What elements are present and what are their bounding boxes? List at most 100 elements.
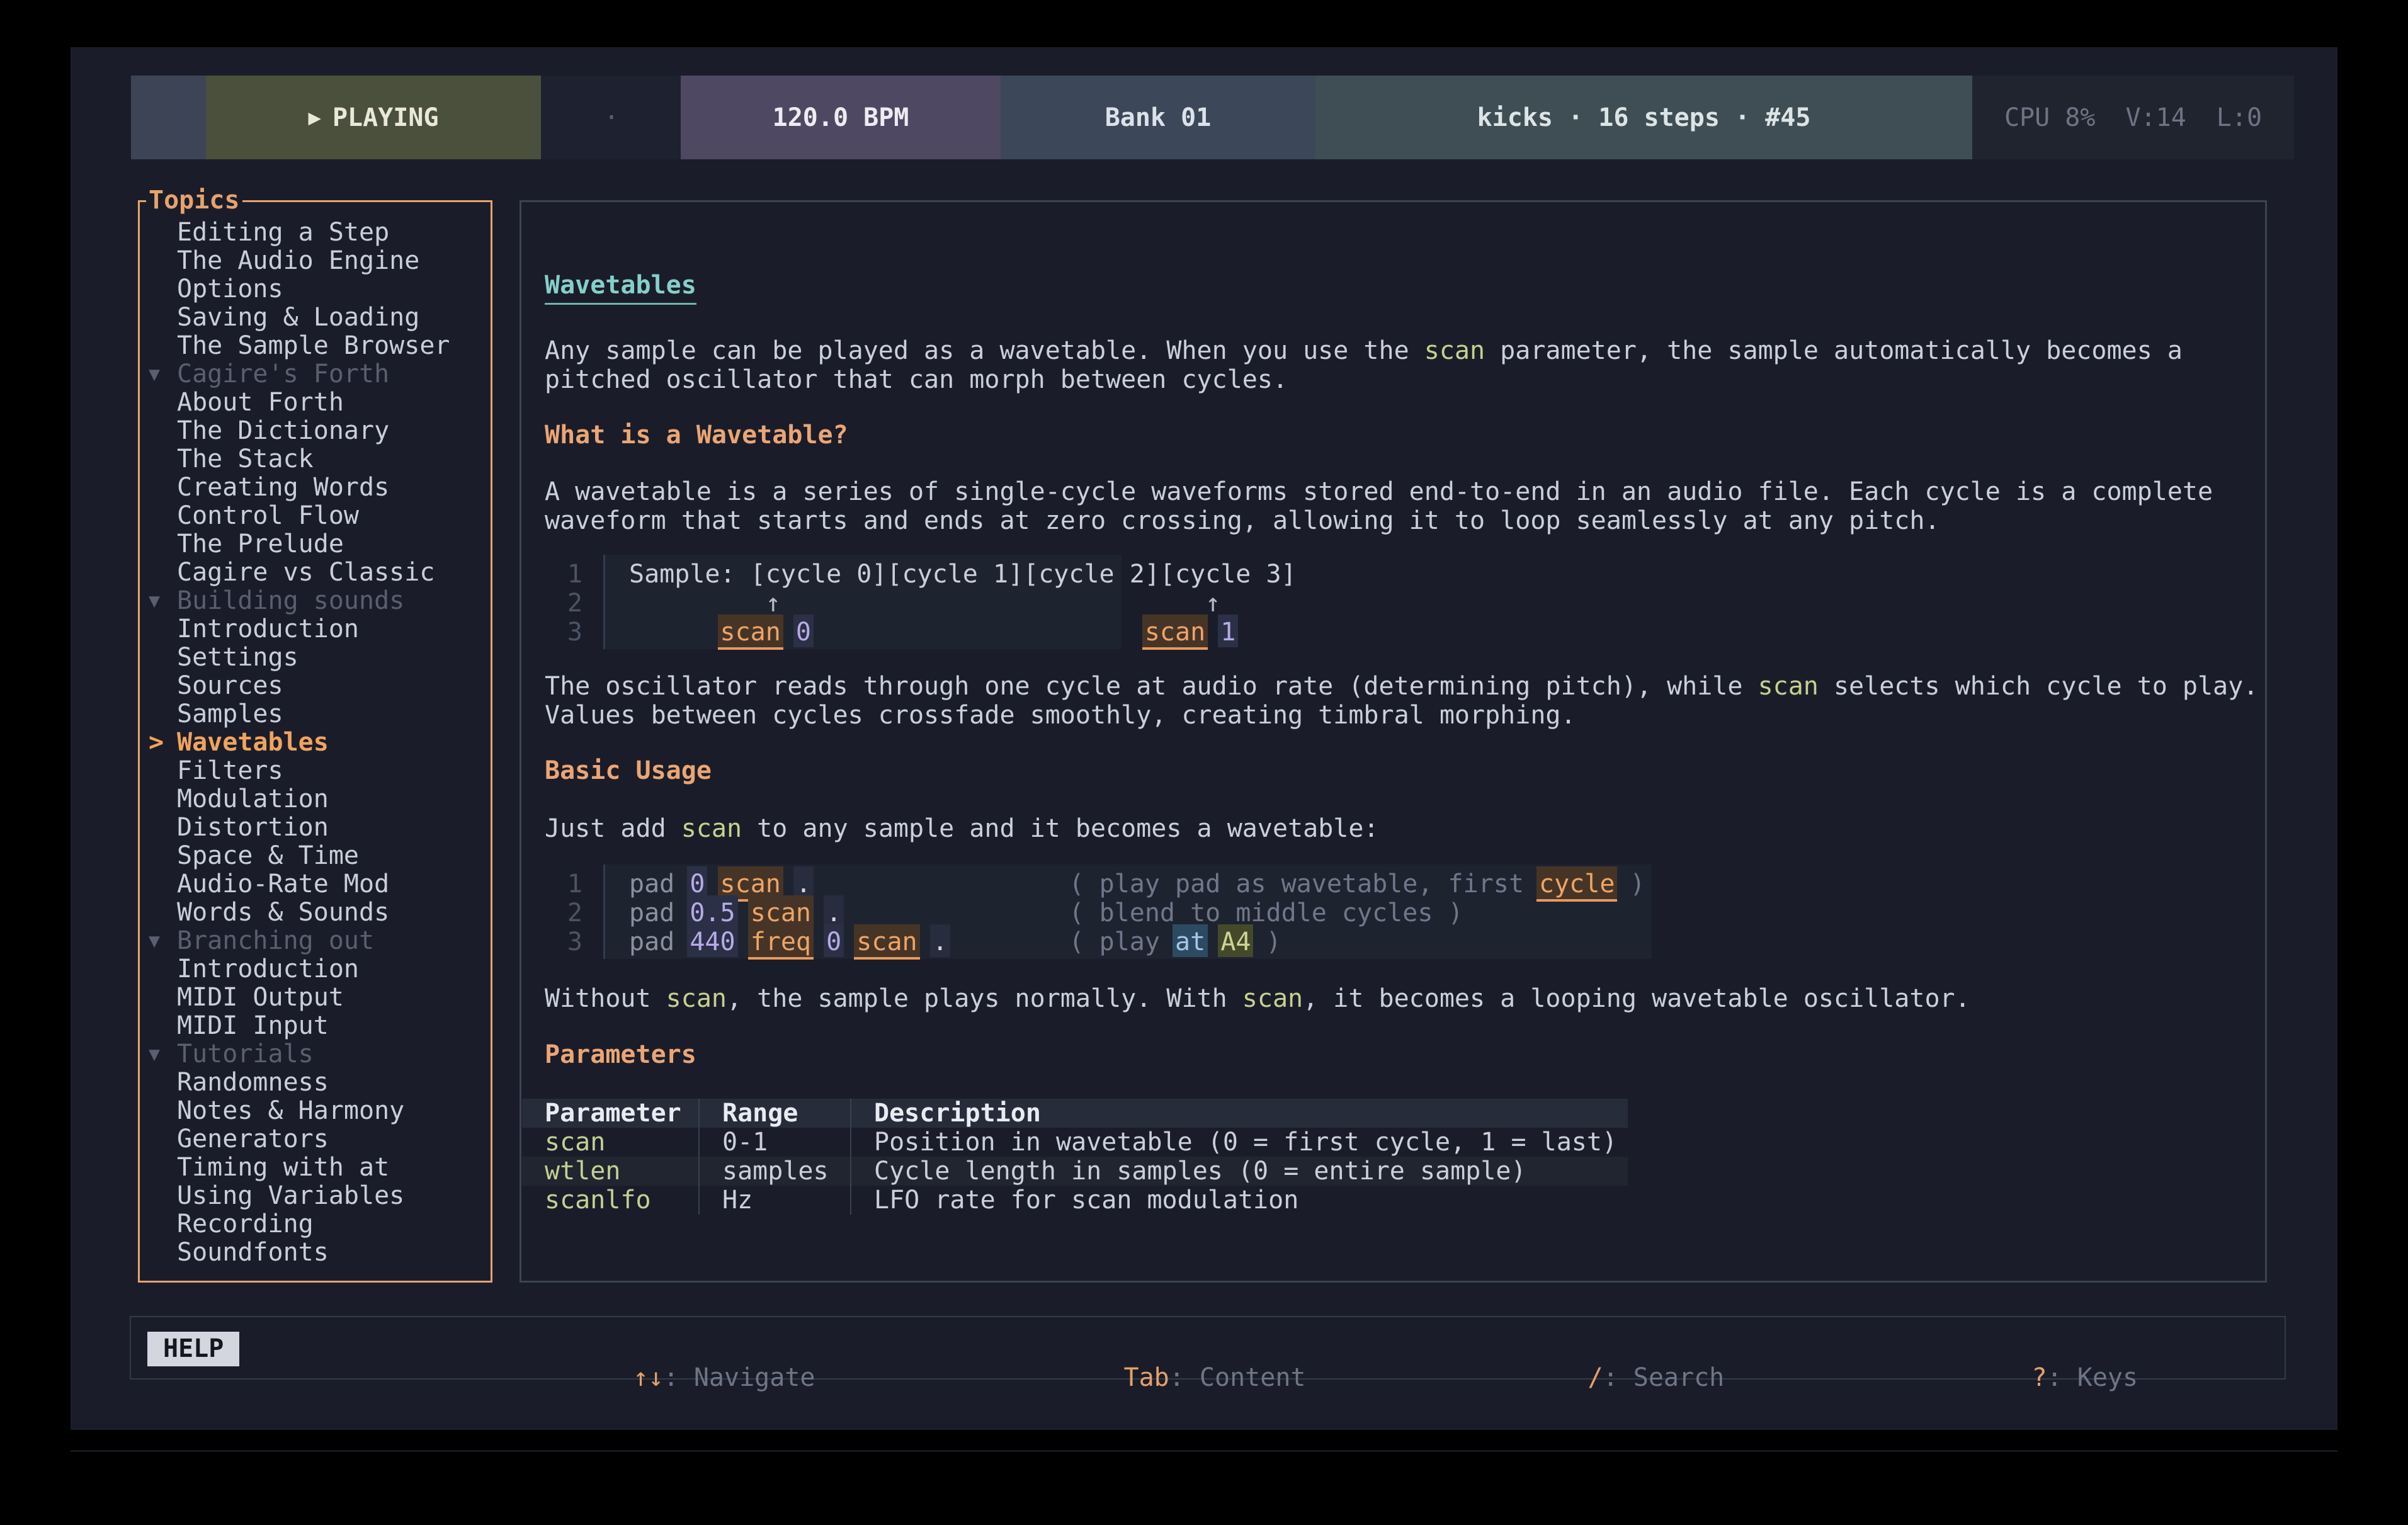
sidebar-item-introduction[interactable]: Introduction [140,615,491,643]
code-line: pad 0.5 scan . ( blend to middle cycles … [629,899,1463,927]
sidebar-item-label: Control Flow [177,501,359,530]
paragraph-line: Any sample can be played as a wavetable.… [545,336,2183,365]
sidebar-item-branching-out[interactable]: ▼Branching out [140,927,491,955]
collapse-triangle-icon: ▼ [149,587,177,615]
sidebar-item-control-flow[interactable]: Control Flow [140,502,491,530]
play-icon: ▶ [308,105,321,130]
sidebar-item-building-sounds[interactable]: ▼Building sounds [140,587,491,615]
sidebar-item-label: Timing with at [177,1153,389,1182]
app-window: ▶ PLAYING · 120.0 BPM Bank 01 kicks · 16… [71,47,2337,1430]
paragraph-line: Without scan, the sample plays normally.… [545,984,1970,1013]
sidebar-item-label: Sources [177,671,283,700]
collapse-triangle-icon: ▼ [149,927,177,955]
sidebar-item-the-sample-browser[interactable]: The Sample Browser [140,332,491,360]
track-info-display[interactable]: kicks · 16 steps · #45 [1315,76,1972,159]
sidebar-item-wavetables[interactable]: >Wavetables [140,728,491,757]
bank-selector[interactable]: Bank 01 [1001,76,1315,159]
collapse-triangle-icon: ▼ [149,1040,177,1069]
sidebar-item-words-sounds[interactable]: Words & Sounds [140,899,491,927]
transport-playing-button[interactable]: ▶ PLAYING [206,76,541,159]
code-block-wavetable-diagram: 1 2 3 Sample: [cycle 0][cycle 1][cycle 2… [521,555,2265,649]
sidebar-item-recording[interactable]: Recording [140,1210,491,1239]
sidebar-item-generators[interactable]: Generators [140,1125,491,1154]
sidebar-item-creating-words[interactable]: Creating Words [140,473,491,502]
sidebar-item-about-forth[interactable]: About Forth [140,388,491,417]
transport-state-label: PLAYING [332,103,439,132]
sidebar-item-cagire-vs-classic[interactable]: Cagire vs Classic [140,558,491,587]
slash-key-label: / [1588,1363,1603,1392]
code-block-basic-usage: 1 2 3 pad 0 scan . ( play pad as wavetab… [521,865,2265,959]
tab-key-label: Tab [1124,1363,1169,1392]
sidebar-item-label: Wavetables [177,728,329,757]
sidebar-item-label: About Forth [177,388,344,417]
column-header: Description [850,1099,1628,1128]
sidebar-item-the-audio-engine[interactable]: The Audio Engine [140,247,491,275]
sidebar-item-introduction[interactable]: Introduction [140,955,491,984]
sidebar-item-label: Saving & Loading [177,303,419,332]
sidebar-item-tutorials[interactable]: ▼Tutorials [140,1040,491,1069]
sidebar-item-settings[interactable]: Settings [140,643,491,672]
sidebar-item-label: The Stack [177,445,314,473]
table-header-row: Parameter Range Description [522,1099,1628,1128]
sidebar-item-options[interactable]: Options [140,275,491,303]
sidebar-item-the-dictionary[interactable]: The Dictionary [140,417,491,445]
voices-stat: V:14 [2125,103,2186,132]
paragraph-line: The oscillator reads through one cycle a… [545,672,2258,701]
sidebar-item-label: Filters [177,756,283,785]
sidebar-item-label: Cagire vs Classic [177,558,434,587]
sidebar-item-modulation[interactable]: Modulation [140,785,491,814]
sidebar-item-notes-harmony[interactable]: Notes & Harmony [140,1097,491,1125]
sidebar-item-cagire-s-forth[interactable]: ▼Cagire's Forth [140,360,491,388]
sidebar-item-editing-a-step[interactable]: Editing a Step [140,218,491,247]
sidebar-item-label: The Audio Engine [177,246,419,275]
sidebar-item-randomness[interactable]: Randomness [140,1069,491,1097]
sidebar-item-label: The Prelude [177,530,344,558]
sidebar-item-label: Creating Words [177,473,389,502]
sidebar-item-label: Tutorials [177,1040,314,1069]
sidebar-item-the-prelude[interactable]: The Prelude [140,530,491,558]
code-line: pad 440 freq 0 scan . ( play at A4 ) [629,927,1281,956]
page-title: Wavetables [545,273,696,305]
param-description: Cycle length in samples (0 = entire samp… [850,1157,1628,1186]
sidebar-item-using-variables[interactable]: Using Variables [140,1182,491,1210]
sidebar-item-space-time[interactable]: Space & Time [140,842,491,870]
topics-panel-title: Topics [146,186,242,215]
sidebar-item-soundfonts[interactable]: Soundfonts [140,1239,491,1267]
transport-left-segment [131,76,206,159]
transport-bar: ▶ PLAYING · 120.0 BPM Bank 01 kicks · 16… [131,76,2294,159]
sidebar-item-the-stack[interactable]: The Stack [140,445,491,473]
topics-list: Editing a StepThe Audio EngineOptionsSav… [140,218,491,1267]
param-range: samples [698,1157,850,1186]
paragraph-line: Just add scan to any sample and it becom… [545,814,1379,843]
collapse-triangle-icon: ▼ [149,360,177,388]
sidebar-item-label: Building sounds [177,586,404,615]
sidebar-item-timing-with-at[interactable]: Timing with at [140,1154,491,1182]
section-heading: Basic Usage [545,756,712,785]
sidebar-item-label: Introduction [177,955,359,984]
hint-content: Tab: Content [1033,1334,1306,1421]
sidebar-item-audio-rate-mod[interactable]: Audio-Rate Mod [140,870,491,899]
sidebar-item-filters[interactable]: Filters [140,757,491,785]
sidebar-item-distortion[interactable]: Distortion [140,814,491,842]
hint-search: /: Search [1497,1334,1724,1421]
sidebar-item-midi-output[interactable]: MIDI Output [140,984,491,1012]
param-name: wtlen [522,1157,698,1186]
arrow-keys-icon: ↑↓ [633,1363,664,1392]
sidebar-item-label: Settings [177,643,298,672]
bpm-display[interactable]: 120.0 BPM [681,76,1001,159]
sidebar-item-midi-input[interactable]: MIDI Input [140,1012,491,1040]
separator-dot: · [594,76,628,159]
sidebar-item-saving-loading[interactable]: Saving & Loading [140,303,491,332]
param-range: Hz [698,1186,850,1215]
cpu-stat: CPU 8% [2004,103,2096,132]
param-range: 0-1 [698,1128,850,1157]
sidebar-item-label: Recording [177,1210,314,1239]
column-header: Range [698,1099,850,1128]
code-line: ↑ ↑ [629,589,1220,618]
sidebar-item-label: Audio-Rate Mod [177,870,389,899]
table-row: scanlfo Hz LFO rate for scan modulation [522,1186,1628,1215]
line-numbers: 1 2 3 [545,870,582,956]
sidebar-item-label: The Sample Browser [177,331,450,360]
sidebar-item-samples[interactable]: Samples [140,700,491,728]
sidebar-item-sources[interactable]: Sources [140,672,491,700]
